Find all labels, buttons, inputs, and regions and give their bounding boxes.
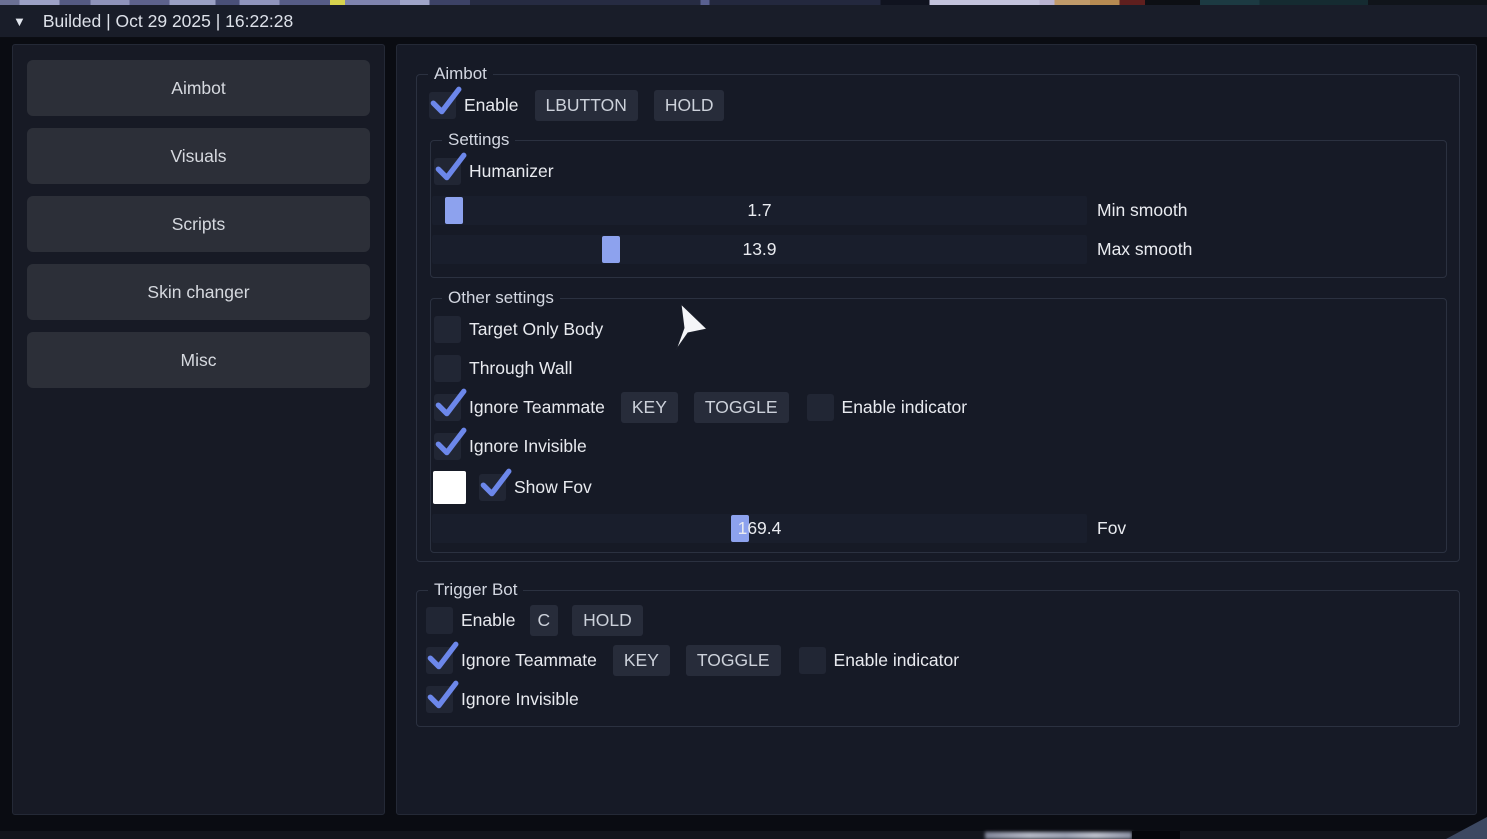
show-fov-row: Show Fov — [433, 471, 1446, 504]
fov-slider[interactable]: 169.4 — [432, 514, 1087, 543]
max-smooth-slider[interactable]: 13.9 — [432, 235, 1087, 264]
trigger-keymode-chip[interactable]: HOLD — [572, 605, 643, 636]
min-smooth-row: 1.7 Min smooth — [432, 196, 1446, 225]
sidebar-item-skin-changer[interactable]: Skin changer — [27, 264, 370, 320]
target-only-body-row: Target Only Body — [434, 315, 1446, 344]
fov-label: Fov — [1097, 518, 1126, 539]
aimbot-ignore-teammate-label: Ignore Teammate — [469, 397, 605, 418]
check-icon — [438, 430, 464, 452]
background-dark-patch — [1132, 831, 1180, 839]
trigger-ignore-invisible-label: Ignore Invisible — [461, 689, 579, 710]
aimbot-ignore-teammate-row: Ignore Teammate KEY TOGGLE Enable indica… — [434, 393, 1446, 422]
aimbot-enable-label: Enable — [464, 95, 519, 116]
target-only-body-checkbox[interactable] — [434, 316, 461, 343]
check-icon — [483, 471, 509, 493]
fov-color-swatch[interactable] — [433, 471, 466, 504]
trigger-enable-label: Enable — [461, 610, 516, 631]
aimbot-ignore-invisible-label: Ignore Invisible — [469, 436, 587, 457]
collapse-icon[interactable]: ▼ — [13, 15, 26, 28]
sidebar: Aimbot Visuals Scripts Skin changer Misc — [12, 44, 385, 815]
settings-group-label: Settings — [442, 129, 515, 151]
aimbot-enable-indicator-label: Enable indicator — [842, 397, 968, 418]
max-smooth-label: Max smooth — [1097, 239, 1192, 260]
aimbot-group-label: Aimbot — [428, 63, 493, 85]
trigger-ignore-teammate-keybind-chip[interactable]: KEY — [613, 645, 670, 676]
fov-row: 169.4 Fov — [432, 514, 1446, 543]
trigger-keybind-chip[interactable]: C — [530, 605, 559, 636]
trigger-ignore-teammate-row: Ignore Teammate KEY TOGGLE Enable indica… — [426, 646, 1459, 675]
check-icon — [438, 391, 464, 413]
show-fov-label: Show Fov — [514, 477, 592, 498]
target-only-body-label: Target Only Body — [469, 319, 603, 340]
min-smooth-value: 1.7 — [432, 196, 1087, 225]
aimbot-enable-row: Enable LBUTTON HOLD — [429, 90, 1459, 121]
other-settings-group-label: Other settings — [442, 287, 560, 309]
fov-slider-thumb[interactable] — [731, 515, 749, 542]
aimbot-keybind-chip[interactable]: LBUTTON — [535, 90, 638, 121]
aimbot-enable-checkbox[interactable] — [429, 92, 456, 119]
trigger-ignore-invisible-row: Ignore Invisible — [426, 685, 1459, 714]
min-smooth-slider[interactable]: 1.7 — [432, 196, 1087, 225]
max-smooth-row: 13.9 Max smooth — [432, 235, 1446, 264]
min-smooth-slider-thumb[interactable] — [445, 197, 463, 224]
max-smooth-slider-thumb[interactable] — [602, 236, 620, 263]
aimbot-ignore-teammate-keybind-chip[interactable]: KEY — [621, 392, 678, 423]
sidebar-item-aimbot[interactable]: Aimbot — [27, 60, 370, 116]
aimbot-keymode-chip[interactable]: HOLD — [654, 90, 725, 121]
fov-value: 169.4 — [432, 514, 1087, 543]
sidebar-item-visuals[interactable]: Visuals — [27, 128, 370, 184]
trigger-ignore-teammate-checkbox[interactable] — [426, 647, 453, 674]
trigger-bot-group-label: Trigger Bot — [428, 579, 523, 601]
aimbot-ignore-invisible-row: Ignore Invisible — [434, 432, 1446, 461]
check-icon — [438, 155, 464, 177]
humanizer-label: Humanizer — [469, 161, 554, 182]
trigger-enable-row: Enable C HOLD — [426, 605, 1459, 636]
trigger-ignore-teammate-keymode-chip[interactable]: TOGGLE — [686, 645, 781, 676]
through-wall-label: Through Wall — [469, 358, 572, 379]
settings-group: Settings Humanizer 1.7 Min smooth 13.9 — [430, 140, 1447, 278]
main-panel: Aimbot Enable LBUTTON HOLD Settings Huma… — [396, 44, 1477, 815]
check-icon — [430, 683, 456, 705]
titlebar: ▼ Builded | Oct 29 2025 | 16:22:28 — [0, 5, 1487, 38]
through-wall-checkbox[interactable] — [434, 355, 461, 382]
through-wall-row: Through Wall — [434, 354, 1446, 383]
background-text-blur — [985, 832, 1132, 839]
trigger-ignore-teammate-label: Ignore Teammate — [461, 650, 597, 671]
window-title: Builded | Oct 29 2025 | 16:22:28 — [43, 11, 293, 32]
background-bottom-strip — [0, 831, 1487, 839]
aimbot-ignore-teammate-keymode-chip[interactable]: TOGGLE — [694, 392, 789, 423]
humanizer-checkbox[interactable] — [434, 158, 461, 185]
aimbot-ignore-teammate-checkbox[interactable] — [434, 394, 461, 421]
sidebar-item-misc[interactable]: Misc — [27, 332, 370, 388]
aimbot-enable-indicator-checkbox[interactable] — [807, 394, 834, 421]
check-icon — [433, 89, 459, 111]
trigger-bot-group: Trigger Bot Enable C HOLD Ignore Teammat… — [416, 590, 1460, 727]
sidebar-item-scripts[interactable]: Scripts — [27, 196, 370, 252]
humanizer-row: Humanizer — [434, 157, 1446, 186]
other-settings-group: Other settings Target Only Body Through … — [430, 298, 1447, 553]
trigger-enable-checkbox[interactable] — [426, 607, 453, 634]
trigger-enable-indicator-label: Enable indicator — [834, 650, 960, 671]
aimbot-group: Aimbot Enable LBUTTON HOLD Settings Huma… — [416, 74, 1460, 562]
show-fov-checkbox[interactable] — [479, 474, 506, 501]
check-icon — [430, 644, 456, 666]
trigger-enable-indicator-checkbox[interactable] — [799, 647, 826, 674]
max-smooth-value: 13.9 — [432, 235, 1087, 264]
bottom-right-corner-shape — [1446, 817, 1487, 839]
trigger-ignore-invisible-checkbox[interactable] — [426, 686, 453, 713]
aimbot-ignore-invisible-checkbox[interactable] — [434, 433, 461, 460]
min-smooth-label: Min smooth — [1097, 200, 1187, 221]
